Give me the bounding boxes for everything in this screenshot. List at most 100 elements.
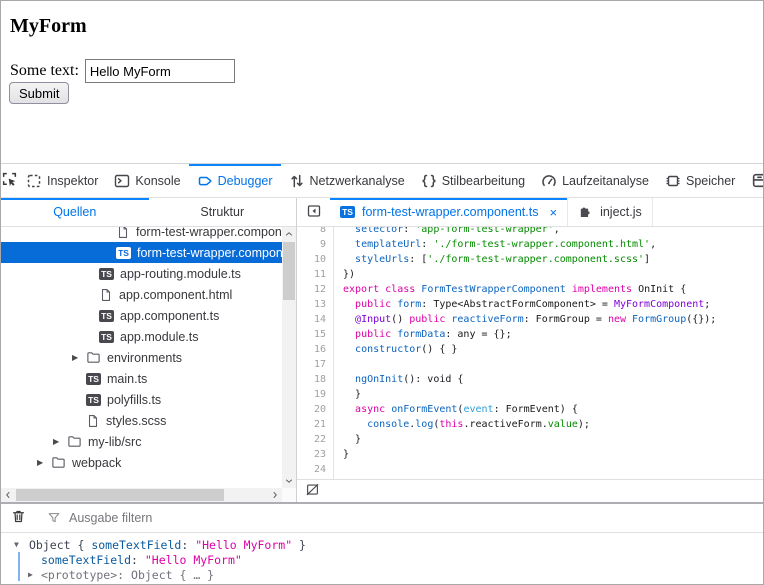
trash-icon xyxy=(11,509,26,527)
tree-item-app-component-html[interactable]: app.component.html xyxy=(1,284,282,305)
debugger-icon xyxy=(197,173,213,189)
tree-item-app-module-ts[interactable]: TSapp.module.ts xyxy=(1,326,282,347)
line-number[interactable]: 14 xyxy=(297,312,333,327)
expand-caret-icon[interactable]: ▼ xyxy=(14,540,19,549)
tab-struktur[interactable]: Struktur xyxy=(149,198,297,226)
console-filter-input[interactable] xyxy=(67,510,371,526)
clear-console-button[interactable] xyxy=(1,509,35,527)
web-page-viewport: MyForm Some text: Submit xyxy=(1,1,763,163)
tree-item-label: styles.scss xyxy=(106,414,166,428)
scroll-up-icon[interactable] xyxy=(282,227,296,241)
line-number[interactable]: 16 xyxy=(297,342,333,357)
code-line: 23} xyxy=(297,447,763,462)
tree-item-styles-scss[interactable]: styles.scss xyxy=(1,410,282,431)
line-number[interactable]: 12 xyxy=(297,282,333,297)
code-line-text: public formData: any = {}; xyxy=(333,327,512,342)
tab-quellen[interactable]: Quellen xyxy=(1,198,149,226)
toolbar-tab-label: Inspektor xyxy=(47,174,98,188)
line-number[interactable]: 17 xyxy=(297,357,333,372)
toolbar-tab-label: Laufzeitanalyse xyxy=(562,174,649,188)
toolbar-tab-label: Netzwerkanalyse xyxy=(310,174,405,188)
code-line-text xyxy=(333,462,343,477)
close-tab-icon[interactable]: × xyxy=(549,205,557,220)
line-number[interactable]: 8 xyxy=(297,227,333,237)
editor-tab-inject-js[interactable]: inject.js xyxy=(568,198,653,226)
vertical-scroll-thumb[interactable] xyxy=(283,242,295,300)
code-line: 8 selector: 'app-form-test-wrapper', xyxy=(297,227,763,237)
tree-item-form-test-wrapper-componen[interactable]: TSform-test-wrapper.componen xyxy=(1,242,282,263)
line-number[interactable]: 18 xyxy=(297,372,333,387)
storage-icon xyxy=(751,172,763,189)
expand-arrow-icon[interactable]: ▶ xyxy=(37,458,43,467)
toolbar-tab-storage[interactable] xyxy=(743,164,763,197)
browser-window: MyForm Some text: Submit Inspektor Konsol… xyxy=(0,0,764,585)
code-line: 20 async onFormEvent(event: FormEvent) { xyxy=(297,402,763,417)
code-line-text: public form: Type<AbstractFormComponent>… xyxy=(333,297,710,312)
tree-item-my-lib-src[interactable]: ▶ my-lib/src xyxy=(1,431,282,452)
pick-element-button[interactable] xyxy=(1,164,18,197)
toolbar-tab-laufzeitanalyse[interactable]: Laufzeitanalyse xyxy=(533,164,657,197)
code-line: 11}) xyxy=(297,267,763,282)
line-number[interactable]: 23 xyxy=(297,447,333,462)
tree-item-polyfills-ts[interactable]: TSpolyfills.ts xyxy=(1,389,282,410)
tree-item-environments[interactable]: ▶environments xyxy=(1,347,282,368)
code-line: 18 ngOnInit(): void { xyxy=(297,372,763,387)
line-number[interactable]: 21 xyxy=(297,417,333,432)
console-row: someTextField: "Hello MyForm" xyxy=(1,552,763,567)
line-number[interactable]: 22 xyxy=(297,432,333,447)
folder-icon xyxy=(86,350,101,365)
expand-arrow-icon[interactable]: ▶ xyxy=(53,437,59,446)
scroll-right-icon[interactable] xyxy=(268,488,282,502)
scroll-down-icon[interactable] xyxy=(282,474,296,488)
file-icon xyxy=(99,288,113,302)
tree-item-label: my-lib/src xyxy=(88,435,141,449)
memory-icon xyxy=(665,173,681,189)
console-output: ▼Object { someTextField: "Hello MyForm" … xyxy=(1,533,763,582)
toolbar-tab-netzwerkanalyse[interactable]: Netzwerkanalyse xyxy=(281,164,413,197)
code-view[interactable]: 8 selector: 'app-form-test-wrapper',9 te… xyxy=(297,227,763,479)
code-line: 22 } xyxy=(297,432,763,447)
line-number[interactable]: 24 xyxy=(297,462,333,477)
line-number[interactable]: 19 xyxy=(297,387,333,402)
style-editor-icon xyxy=(421,173,437,189)
tree-item-label: app-routing.module.ts xyxy=(120,267,241,281)
editor-tab-label: inject.js xyxy=(600,205,642,219)
tree-item-label: webpack xyxy=(72,456,121,470)
tree-vertical-scrollbar[interactable] xyxy=(282,227,296,488)
toolbar-tab-label: Stilbearbeitung xyxy=(442,174,525,188)
toolbar-tab-label: Speicher xyxy=(686,174,735,188)
submit-button[interactable]: Submit xyxy=(9,82,69,104)
toolbar-tab-stilbearbeitung[interactable]: Stilbearbeitung xyxy=(413,164,533,197)
console-row: ▶<prototype>: Object { … } xyxy=(1,567,763,582)
tree-item-app-routing-module-ts[interactable]: TSapp-routing.module.ts xyxy=(1,263,282,284)
ignore-source-icon[interactable] xyxy=(305,482,320,500)
tree-horizontal-scrollbar[interactable] xyxy=(1,488,282,502)
line-number[interactable]: 9 xyxy=(297,237,333,252)
tree-item-app-component-ts[interactable]: TSapp.component.ts xyxy=(1,305,282,326)
tree-item-main-ts[interactable]: TSmain.ts xyxy=(1,368,282,389)
collapse-sidebar-button[interactable] xyxy=(297,198,330,226)
scroll-left-icon[interactable] xyxy=(1,488,15,502)
ts-badge: TS xyxy=(340,206,355,218)
tree-item-label: app.module.ts xyxy=(120,330,199,344)
inspector-icon xyxy=(26,173,42,189)
editor-tab-form-test-wrapper-component-ts[interactable]: TSform-test-wrapper.component.ts× xyxy=(330,198,568,226)
expand-caret-icon[interactable]: ▶ xyxy=(28,570,33,579)
expand-arrow-icon[interactable]: ▶ xyxy=(72,353,78,362)
toolbar-tab-konsole[interactable]: Konsole xyxy=(106,164,188,197)
some-text-input[interactable] xyxy=(85,59,235,83)
toolbar-tab-speicher[interactable]: Speicher xyxy=(657,164,743,197)
tree-item-form-test-wrapper-componen[interactable]: form-test-wrapper.componen xyxy=(1,227,282,242)
folder-icon xyxy=(67,434,82,449)
toolbar-tab-inspektor[interactable]: Inspektor xyxy=(18,164,106,197)
page-title: MyForm xyxy=(10,15,87,38)
line-number[interactable]: 13 xyxy=(297,297,333,312)
console-icon xyxy=(114,173,130,189)
line-number[interactable]: 20 xyxy=(297,402,333,417)
line-number[interactable]: 15 xyxy=(297,327,333,342)
horizontal-scroll-thumb[interactable] xyxy=(16,489,224,501)
tree-item-webpack[interactable]: ▶ webpack xyxy=(1,452,282,473)
toolbar-tab-debugger[interactable]: Debugger xyxy=(189,164,281,197)
line-number[interactable]: 10 xyxy=(297,252,333,267)
line-number[interactable]: 11 xyxy=(297,267,333,282)
